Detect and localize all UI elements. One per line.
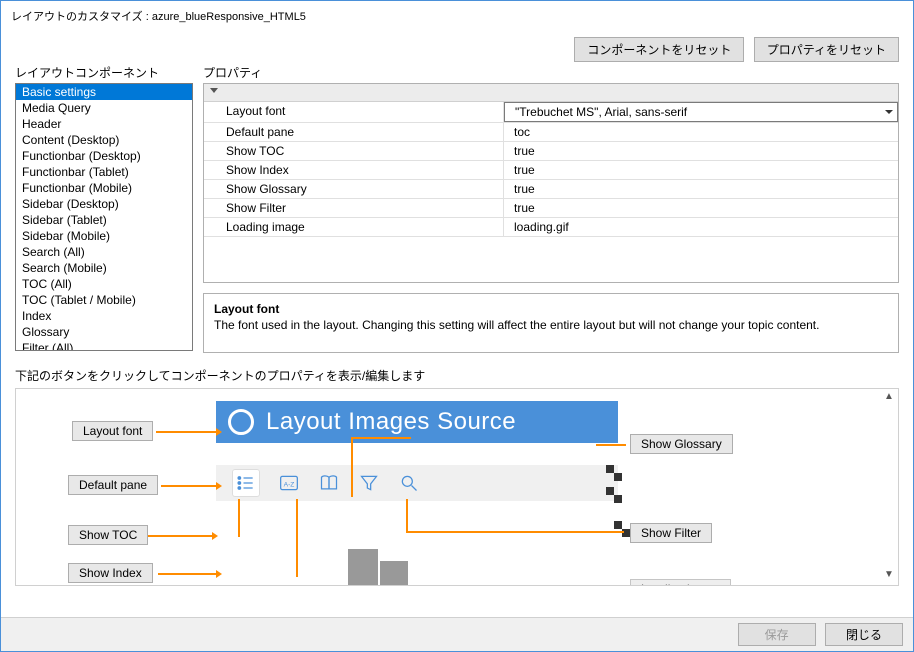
property-row[interactable]: Default panetoc (204, 123, 898, 142)
connector-line (351, 437, 353, 497)
property-name: Show Filter (204, 199, 504, 217)
components-label: レイアウトコンポーネント (15, 64, 193, 81)
component-item[interactable]: Functionbar (Desktop) (16, 148, 192, 164)
property-name: Loading image (204, 218, 504, 236)
callout-layout-font[interactable]: Layout font (72, 421, 153, 441)
connector-line (596, 444, 626, 446)
property-value[interactable]: true (504, 161, 898, 179)
preview-header[interactable]: Layout Images Source (216, 401, 618, 443)
reset-component-button[interactable]: コンポーネントをリセット (574, 37, 744, 62)
connector-line (351, 437, 411, 439)
component-item[interactable]: Basic settings (16, 84, 192, 100)
connector-line (161, 485, 216, 487)
property-row[interactable]: Loading imageloading.gif (204, 218, 898, 237)
callout-show-glossary[interactable]: Show Glossary (630, 434, 733, 454)
property-name: Show Index (204, 161, 504, 179)
property-row[interactable]: Show Filtertrue (204, 199, 898, 218)
property-description: Layout font The font used in the layout.… (203, 293, 899, 353)
component-item[interactable]: Sidebar (Desktop) (16, 196, 192, 212)
property-name: Show Glossary (204, 180, 504, 198)
component-item[interactable]: Sidebar (Mobile) (16, 228, 192, 244)
preview-toolbar: A-Z (216, 465, 618, 501)
index-az-icon[interactable]: A-Z (278, 472, 300, 494)
checker-pattern-icon (606, 487, 622, 506)
component-item[interactable]: Functionbar (Mobile) (16, 180, 192, 196)
component-item[interactable]: Functionbar (Tablet) (16, 164, 192, 180)
window-title: レイアウトのカスタマイズ : azure_blueResponsive_HTML… (1, 1, 913, 27)
component-item[interactable]: Filter (All) (16, 340, 192, 351)
component-item[interactable]: Sidebar (Tablet) (16, 212, 192, 228)
callout-show-index[interactable]: Show Index (68, 563, 153, 583)
component-item[interactable]: Index (16, 308, 192, 324)
properties-label: プロパティ (203, 64, 899, 81)
property-name: Show TOC (204, 142, 504, 160)
callout-loading-image[interactable]: Loading image (630, 579, 731, 586)
connector-line (156, 431, 216, 433)
scroll-down-icon[interactable]: ▼ (882, 569, 896, 583)
description-body: The font used in the layout. Changing th… (214, 318, 888, 332)
search-icon[interactable] (398, 472, 420, 494)
callout-show-filter[interactable]: Show Filter (630, 523, 712, 543)
property-value[interactable]: true (504, 142, 898, 160)
property-row[interactable]: Show TOCtrue (204, 142, 898, 161)
property-value[interactable]: loading.gif (504, 218, 898, 236)
component-item[interactable]: TOC (Tablet / Mobile) (16, 292, 192, 308)
component-item[interactable]: Search (Mobile) (16, 260, 192, 276)
connector-line (158, 573, 216, 575)
connector-line (406, 499, 408, 531)
component-item[interactable]: Media Query (16, 100, 192, 116)
description-title: Layout font (214, 302, 888, 316)
connector-line (406, 531, 624, 533)
property-name: Default pane (204, 123, 504, 141)
svg-text:A-Z: A-Z (284, 481, 295, 488)
property-value[interactable]: true (504, 180, 898, 198)
connector-line (148, 535, 212, 537)
property-value[interactable]: true (504, 199, 898, 217)
close-button[interactable]: 閉じる (825, 623, 903, 646)
reset-properties-button[interactable]: プロパティをリセット (754, 37, 899, 62)
component-item[interactable]: Search (All) (16, 244, 192, 260)
property-row[interactable]: Layout font"Trebuchet MS", Arial, sans-s… (204, 102, 898, 123)
property-group-toggle[interactable] (204, 84, 898, 102)
component-item[interactable]: Content (Desktop) (16, 132, 192, 148)
components-listbox[interactable]: Basic settingsMedia QueryHeaderContent (… (15, 83, 193, 351)
property-row[interactable]: Show Indextrue (204, 161, 898, 180)
property-name: Layout font (204, 102, 504, 122)
property-value[interactable]: toc (504, 123, 898, 141)
logo-icon (228, 409, 254, 435)
filter-funnel-icon[interactable] (358, 472, 380, 494)
save-button[interactable]: 保存 (738, 623, 816, 646)
placeholder-block (380, 561, 408, 585)
property-value[interactable]: "Trebuchet MS", Arial, sans-serif (504, 102, 898, 122)
component-item[interactable]: TOC (All) (16, 276, 192, 292)
placeholder-block (348, 549, 378, 585)
component-item[interactable]: Glossary (16, 324, 192, 340)
dialog-footer: 保存 閉じる (1, 617, 913, 651)
banner-title: Layout Images Source (266, 408, 516, 436)
callout-show-toc[interactable]: Show TOC (68, 525, 148, 545)
properties-grid[interactable]: Layout font"Trebuchet MS", Arial, sans-s… (203, 83, 899, 283)
connector-line (296, 499, 298, 577)
property-row[interactable]: Show Glossarytrue (204, 180, 898, 199)
toc-list-icon[interactable] (232, 469, 260, 497)
preview-panel: ▲ ▼ Layout Images Source A-Z (15, 388, 899, 586)
glossary-book-icon[interactable] (318, 472, 340, 494)
checker-pattern-icon (606, 465, 622, 484)
scroll-up-icon[interactable]: ▲ (882, 391, 896, 405)
preview-instruction: 下記のボタンをクリックしてコンポーネントのプロパティを表示/編集します (15, 367, 899, 384)
connector-line (238, 499, 240, 537)
callout-default-pane[interactable]: Default pane (68, 475, 158, 495)
component-item[interactable]: Header (16, 116, 192, 132)
